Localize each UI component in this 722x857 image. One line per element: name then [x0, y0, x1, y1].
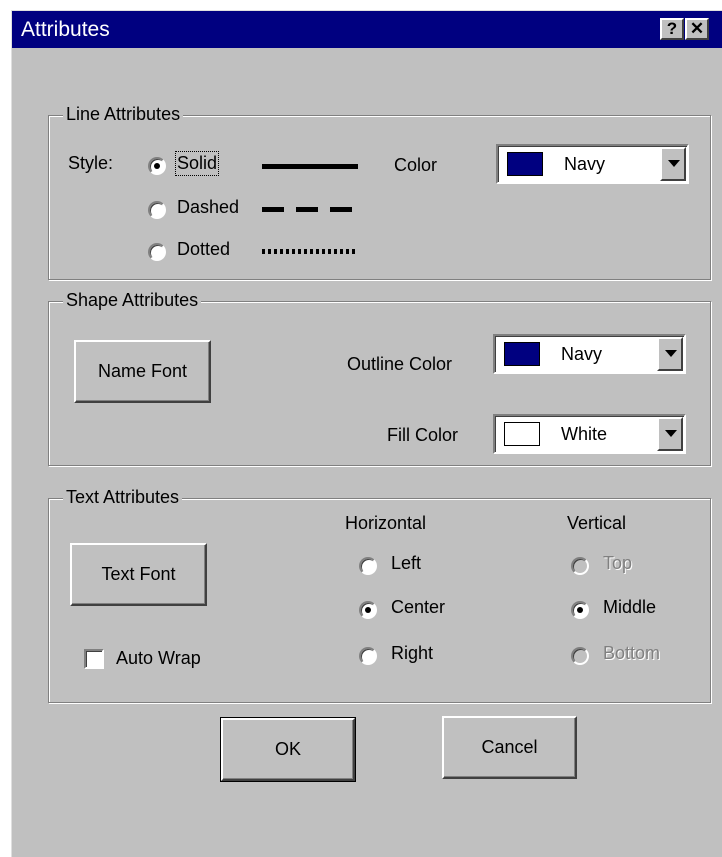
chevron-down-icon[interactable]	[660, 147, 686, 181]
line-color-label: Color	[394, 155, 438, 175]
line-attributes-legend: Line Attributes	[63, 104, 184, 125]
radio-dotted-label[interactable]: Dotted	[177, 239, 230, 260]
radio-h-left-label[interactable]: Left	[391, 553, 421, 574]
radio-h-right[interactable]	[359, 647, 377, 665]
dialog-title: Attributes	[21, 18, 110, 41]
dotted-line-sample	[262, 249, 358, 254]
style-label: Style:	[68, 153, 114, 173]
outline-color-value: Navy	[561, 344, 603, 364]
radio-v-middle-label[interactable]: Middle	[603, 597, 656, 618]
cancel-button[interactable]: Cancel	[442, 716, 577, 779]
radio-dashed[interactable]	[148, 201, 166, 219]
shape-attributes-legend: Shape Attributes	[63, 290, 202, 311]
radio-h-center-label[interactable]: Center	[391, 597, 445, 618]
horizontal-label: Horizontal	[345, 513, 427, 533]
radio-v-top-label: Top	[603, 553, 633, 573]
attributes-dialog: Attributes ? ✕ Line Attributes Style: So…	[11, 10, 722, 857]
name-font-button[interactable]: Name Font	[74, 340, 211, 403]
vertical-label: Vertical	[567, 513, 627, 533]
radio-h-right-label[interactable]: Right	[391, 643, 433, 664]
fill-color-select[interactable]: White	[493, 414, 686, 454]
help-button[interactable]: ?	[660, 18, 684, 40]
fill-color-swatch	[504, 422, 540, 446]
radio-solid[interactable]	[148, 157, 166, 175]
radio-solid-label[interactable]: Solid	[174, 151, 220, 176]
outline-color-select[interactable]: Navy	[493, 334, 686, 374]
fill-color-label: Fill Color	[387, 425, 459, 445]
radio-dotted[interactable]	[148, 243, 166, 261]
title-bar[interactable]: Attributes ? ✕	[12, 11, 722, 48]
radio-v-top	[571, 557, 589, 575]
line-color-value: Navy	[564, 154, 606, 174]
dashed-line-sample	[262, 207, 358, 212]
radio-dashed-label[interactable]: Dashed	[177, 197, 239, 218]
line-color-select[interactable]: Navy	[496, 144, 689, 184]
radio-v-middle[interactable]	[571, 601, 589, 619]
radio-h-left[interactable]	[359, 557, 377, 575]
ok-button[interactable]: OK	[220, 717, 356, 782]
chevron-down-icon[interactable]	[657, 337, 683, 371]
shape-attributes-group: Shape Attributes Name Font Outline Color…	[48, 290, 711, 466]
close-icon[interactable]: ✕	[685, 18, 709, 40]
text-attributes-legend: Text Attributes	[63, 487, 183, 508]
line-color-swatch	[507, 152, 543, 176]
auto-wrap-label[interactable]: Auto Wrap	[116, 648, 201, 669]
outline-color-label: Outline Color	[347, 354, 453, 374]
auto-wrap-checkbox[interactable]	[84, 649, 104, 669]
solid-line-sample	[262, 164, 358, 169]
text-font-button[interactable]: Text Font	[70, 543, 207, 606]
fill-color-value: White	[561, 424, 608, 444]
line-attributes-group: Line Attributes Style: Solid Dashed Dott…	[48, 104, 711, 280]
text-attributes-group: Text Attributes Text Font Auto Wrap Hori…	[48, 487, 711, 703]
chevron-down-icon[interactable]	[657, 417, 683, 451]
outline-color-swatch	[504, 342, 540, 366]
radio-v-bottom	[571, 647, 589, 665]
radio-h-center[interactable]	[359, 601, 377, 619]
radio-v-bottom-label: Bottom	[603, 643, 661, 663]
